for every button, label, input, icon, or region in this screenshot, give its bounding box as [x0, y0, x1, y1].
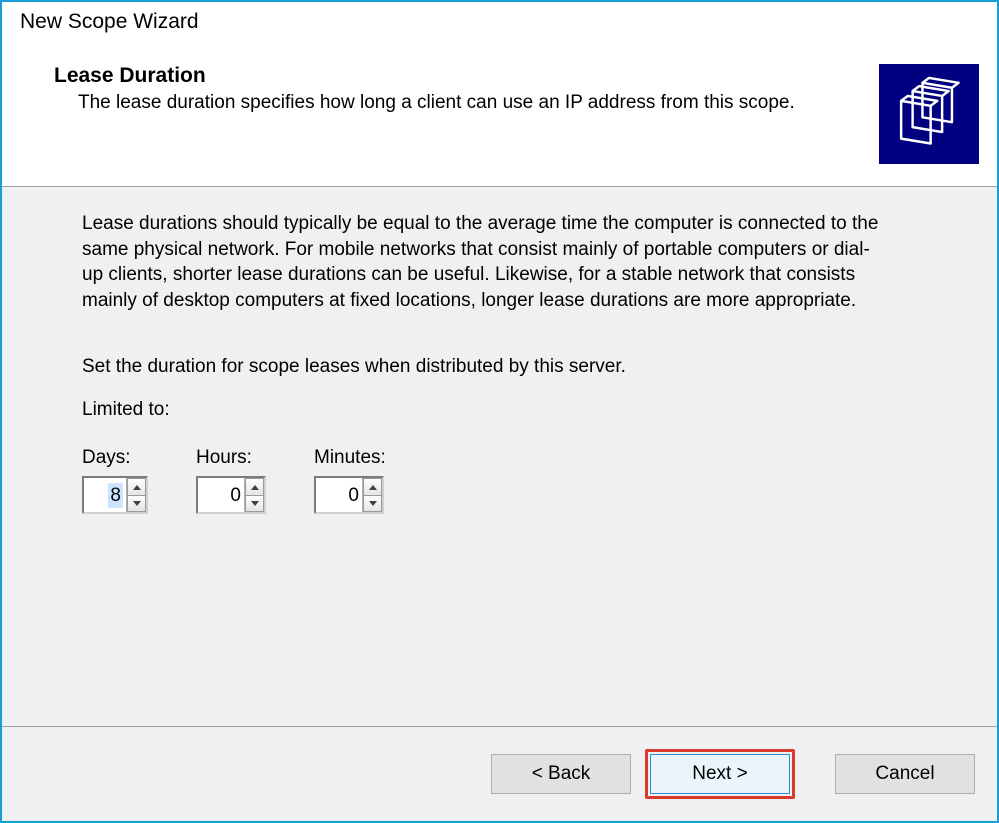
hours-group: Hours: 0	[196, 445, 266, 515]
minutes-group: Minutes: 0	[314, 445, 386, 515]
next-button[interactable]: Next >	[650, 754, 790, 794]
hours-value[interactable]: 0	[198, 478, 244, 512]
wizard-header: Lease Duration The lease duration specif…	[2, 46, 997, 186]
wizard-footer: < Back Next > Cancel	[2, 727, 997, 821]
days-group: Days: 8	[82, 445, 148, 515]
minutes-spin-up[interactable]	[363, 478, 382, 495]
hours-label: Hours:	[196, 445, 266, 471]
description-paragraph-1: Lease durations should typically be equa…	[82, 211, 882, 314]
days-label: Days:	[82, 445, 148, 471]
limited-to-label: Limited to:	[82, 397, 917, 423]
days-spin-down[interactable]	[127, 495, 146, 513]
window-title: New Scope Wizard	[2, 2, 997, 46]
hours-spin-up[interactable]	[245, 478, 264, 495]
wizard-window: New Scope Wizard Lease Duration The leas…	[0, 0, 999, 823]
next-button-highlight: Next >	[645, 749, 795, 799]
hours-stepper[interactable]: 0	[196, 476, 266, 514]
days-stepper[interactable]: 8	[82, 476, 148, 514]
page-subtitle: The lease duration specifies how long a …	[78, 90, 863, 116]
minutes-value[interactable]: 0	[316, 478, 362, 512]
cancel-button[interactable]: Cancel	[835, 754, 975, 794]
minutes-label: Minutes:	[314, 445, 386, 471]
header-text-block: Lease Duration The lease duration specif…	[54, 64, 879, 116]
back-button[interactable]: < Back	[491, 754, 631, 794]
duration-spinners: Days: 8 Hours: 0	[82, 445, 917, 515]
days-value[interactable]: 8	[84, 478, 126, 512]
page-title: Lease Duration	[54, 64, 863, 88]
minutes-stepper[interactable]: 0	[314, 476, 384, 514]
hours-spin-down[interactable]	[245, 495, 264, 513]
description-paragraph-2: Set the duration for scope leases when d…	[82, 354, 917, 380]
wizard-body: Lease durations should typically be equa…	[2, 187, 997, 726]
days-spin-up[interactable]	[127, 478, 146, 495]
minutes-spin-down[interactable]	[363, 495, 382, 513]
folders-icon	[879, 64, 979, 164]
hours-spin-buttons	[244, 478, 264, 512]
days-spin-buttons	[126, 478, 146, 512]
minutes-spin-buttons	[362, 478, 382, 512]
